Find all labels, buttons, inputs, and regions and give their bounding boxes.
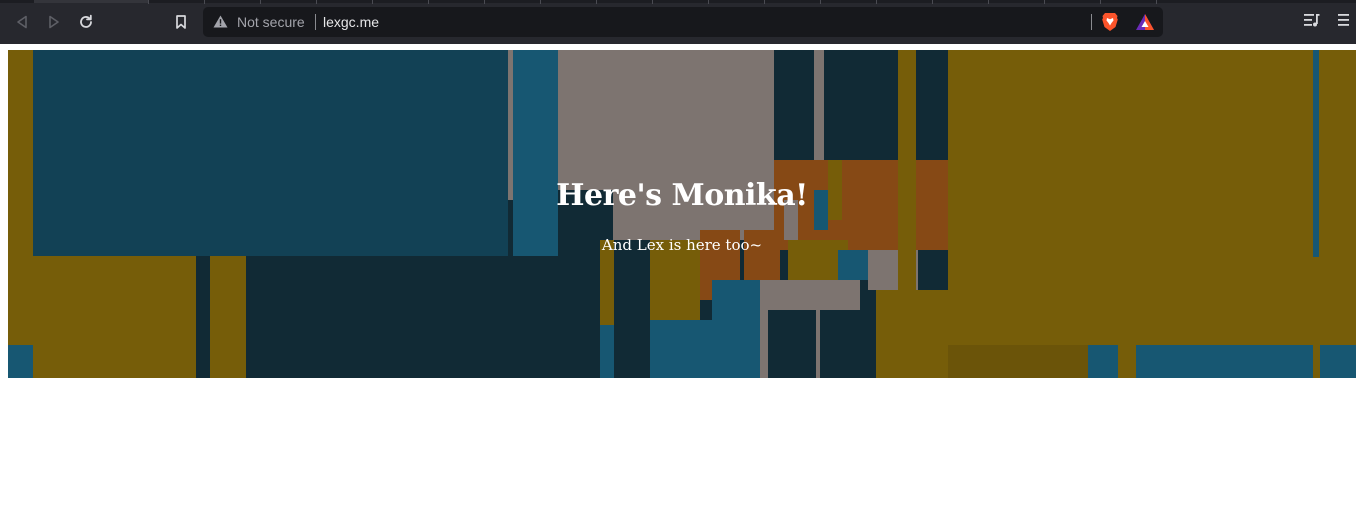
back-arrow-icon xyxy=(17,15,27,29)
brave-shields-icon[interactable] xyxy=(1101,12,1119,32)
security-status-label[interactable]: Not secure xyxy=(237,14,305,30)
tab-separator xyxy=(316,0,317,4)
reload-icon xyxy=(80,14,92,28)
tab-separator xyxy=(596,0,597,4)
forward-button[interactable] xyxy=(43,11,65,33)
tab-separator xyxy=(1100,0,1101,4)
active-tab[interactable] xyxy=(34,0,148,3)
tab-separator xyxy=(988,0,989,4)
hamburger-menu-icon[interactable] xyxy=(1337,12,1351,28)
brave-rewards-icon[interactable] xyxy=(1135,13,1155,31)
hero-title: Here's Monika! xyxy=(556,178,808,213)
playlist-icon[interactable] xyxy=(1303,12,1321,28)
forward-arrow-icon xyxy=(49,15,59,29)
tab-separator xyxy=(372,0,373,4)
back-button[interactable] xyxy=(11,11,33,33)
tab-separator xyxy=(1156,0,1157,4)
tab-separator xyxy=(652,0,653,4)
url-text[interactable]: lexgc.me xyxy=(323,14,379,30)
tab-separator xyxy=(1044,0,1045,4)
tab-separator xyxy=(484,0,485,4)
page-content: Here's Monika! And Lex is here too~ xyxy=(0,44,1356,518)
hero-subtitle: And Lex is here too~ xyxy=(601,236,763,254)
hero-dim-overlay xyxy=(8,50,1356,378)
tab-separator xyxy=(540,0,541,4)
tab-separator xyxy=(148,0,149,4)
omnibox-divider xyxy=(1091,14,1092,30)
tab-separator xyxy=(876,0,877,4)
address-bar[interactable]: Not secure lexgc.me xyxy=(203,7,1163,37)
tab-separator xyxy=(428,0,429,4)
tab-separator xyxy=(204,0,205,4)
tab-separator xyxy=(260,0,261,4)
reload-button[interactable] xyxy=(75,11,97,33)
tab-separator xyxy=(764,0,765,4)
tab-separator xyxy=(708,0,709,4)
tab-separator xyxy=(932,0,933,4)
hero-banner: Here's Monika! And Lex is here too~ xyxy=(8,50,1356,378)
bookmark-icon xyxy=(176,15,186,29)
tab-strip xyxy=(0,0,1356,4)
browser-toolbar: Not secure lexgc.me xyxy=(0,0,1356,44)
bookmark-button[interactable] xyxy=(170,11,192,33)
omnibox-divider xyxy=(315,14,316,30)
tab-separator xyxy=(820,0,821,4)
warning-triangle-icon[interactable] xyxy=(213,15,228,28)
